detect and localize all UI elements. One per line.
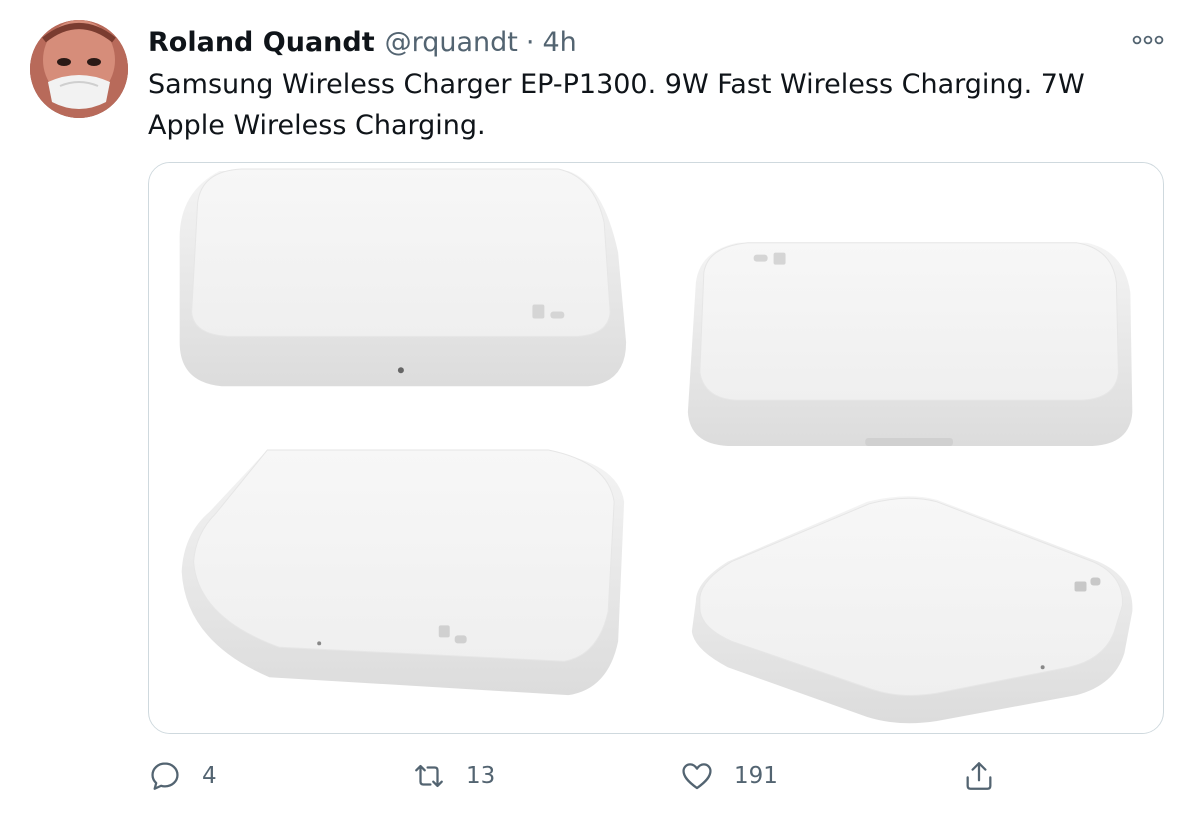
author-handle[interactable]: @rquandt — [385, 27, 518, 58]
tweet-text: Samsung Wireless Charger EP-P1300. 9W Fa… — [148, 69, 1094, 141]
charger-top-right — [687, 242, 1133, 447]
retweet-icon — [415, 764, 443, 788]
charger-top-left — [179, 168, 627, 387]
like-button[interactable]: 191 — [680, 752, 778, 800]
tweet-header: Roland Quandt @rquandt · 4h — [148, 24, 577, 60]
like-count: 191 — [734, 763, 778, 789]
retweet-count: 13 — [466, 763, 496, 789]
retweet-button[interactable]: 13 — [412, 752, 495, 800]
tweet-actions-bar: 4 13 191 — [148, 752, 1048, 800]
tweet-media-image[interactable] — [148, 162, 1164, 734]
more-horizontal-icon — [1132, 35, 1164, 45]
product-photo — [149, 163, 1163, 733]
reply-icon — [151, 762, 179, 790]
tweet-timestamp[interactable]: 4h — [542, 27, 576, 58]
charger-bottom-left — [181, 449, 625, 696]
share-button[interactable] — [962, 752, 996, 800]
author-name[interactable]: Roland Quandt — [148, 27, 375, 58]
heart-icon — [682, 763, 712, 790]
reply-button[interactable]: 4 — [148, 752, 217, 800]
avatar[interactable] — [30, 20, 128, 118]
avatar-image — [30, 20, 128, 118]
more-options-button[interactable] — [1128, 28, 1168, 52]
share-icon — [966, 762, 992, 790]
reply-count: 4 — [202, 763, 217, 789]
separator-dot: · — [525, 26, 535, 58]
